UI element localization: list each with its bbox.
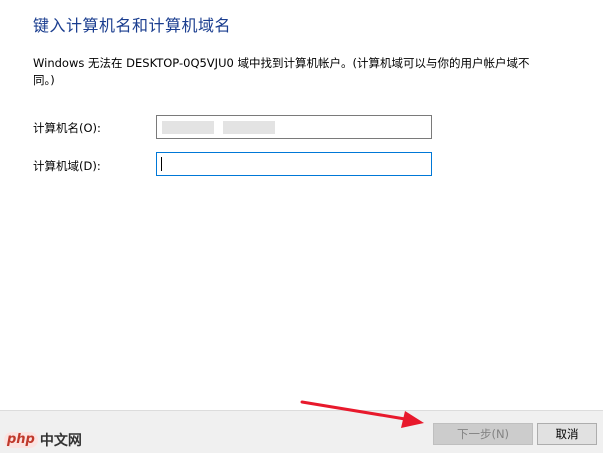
watermark: php 中文网 [4,430,82,450]
computer-domain-input[interactable] [156,152,432,176]
watermark-logo: php [4,432,38,448]
computer-name-label: 计算机名(O): [33,121,101,135]
watermark-text: 中文网 [39,433,82,449]
computer-domain-label: 计算机域(D): [33,159,101,173]
dialog-title: 键入计算机名和计算机域名 [33,16,232,35]
redacted-text-block [223,121,275,134]
text-cursor [161,157,162,171]
cancel-button[interactable]: 取消 [537,423,597,445]
dialog-description: Windows 无法在 DESKTOP-0Q5VJU0 域中找到计算机帐户。(计… [33,56,530,87]
next-button[interactable]: 下一步(N) [433,423,533,445]
redacted-text-block [162,121,214,134]
